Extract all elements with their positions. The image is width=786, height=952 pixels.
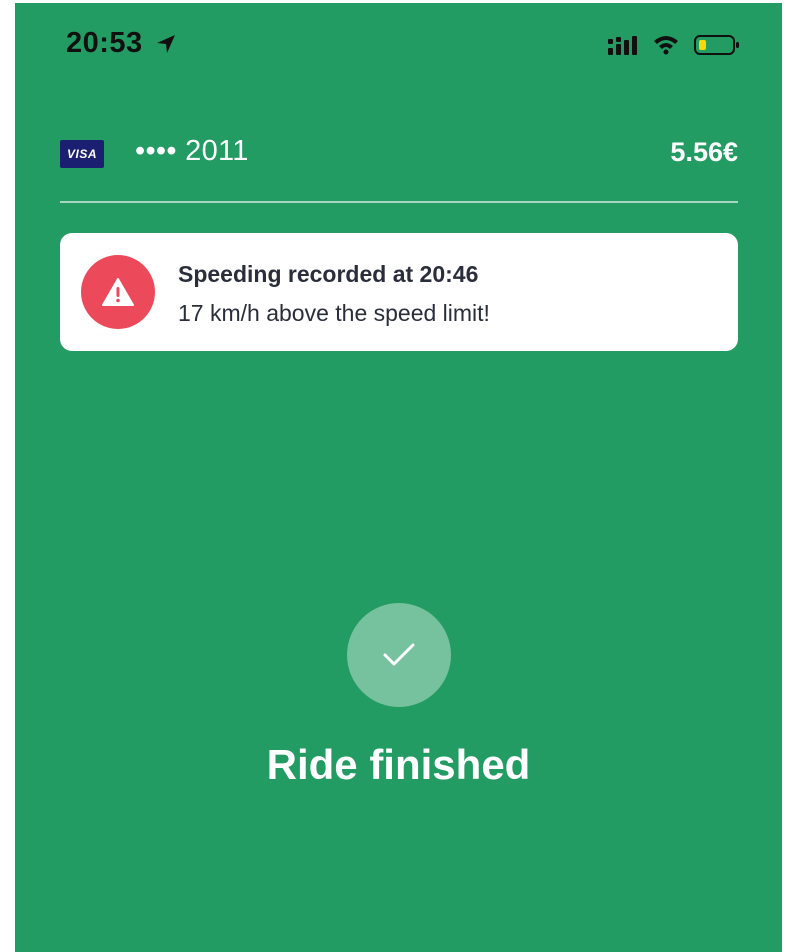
status-time: 20:53 — [66, 27, 143, 59]
checkmark-icon — [347, 603, 451, 707]
ride-finished-title: Ride finished — [266, 741, 531, 788]
visa-card-icon: VISA — [60, 140, 104, 168]
ride-price: 5.56€ — [670, 137, 738, 167]
payment-method-row[interactable]: VISA •••• 2011 5.56€ — [60, 131, 738, 177]
divider — [60, 201, 738, 203]
status-bar: 20:53 — [15, 3, 782, 83]
card-number: •••• 2011 — [135, 135, 249, 167]
signal-icon — [608, 36, 637, 55]
ride-finished-screen: 20:53 VISA •••• 2011 5.56€ Speeding reco… — [15, 3, 782, 952]
speeding-warning-card[interactable]: Speeding recorded at 20:46 17 km/h above… — [60, 233, 738, 351]
warning-message: 17 km/h above the speed limit! — [178, 300, 490, 326]
battery-icon — [694, 35, 739, 55]
wifi-icon — [654, 36, 678, 55]
warning-triangle-icon — [81, 255, 155, 329]
location-arrow-icon — [157, 35, 175, 53]
warning-title: Speeding recorded at 20:46 — [178, 261, 479, 287]
